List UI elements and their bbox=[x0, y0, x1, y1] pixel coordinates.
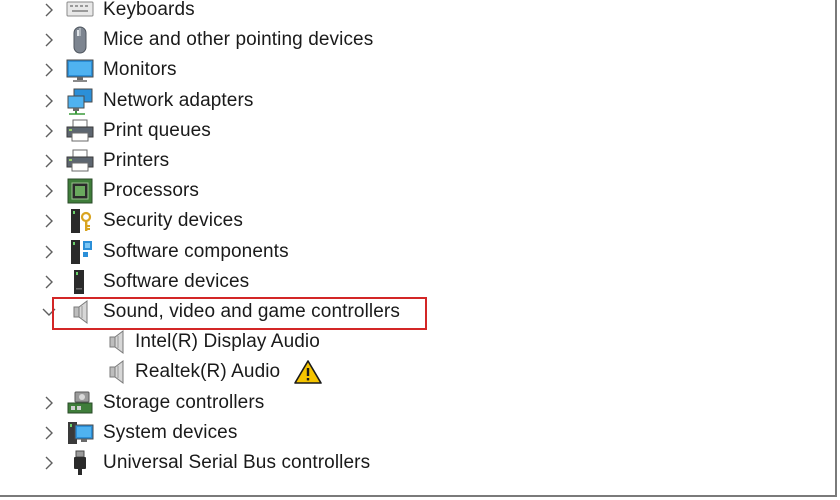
chevron-right-icon[interactable] bbox=[40, 243, 58, 261]
software-component-icon bbox=[65, 238, 95, 266]
tree-item-mice[interactable]: Mice and other pointing devices bbox=[0, 25, 836, 55]
tree-item-system-devices[interactable]: System devices bbox=[0, 418, 836, 448]
chevron-right-icon[interactable] bbox=[40, 212, 58, 230]
security-device-icon bbox=[65, 207, 95, 235]
tree-item-label: Mice and other pointing devices bbox=[103, 29, 374, 51]
chevron-right-icon[interactable] bbox=[40, 92, 58, 110]
chevron-right-icon[interactable] bbox=[40, 122, 58, 140]
tree-item-software-devices[interactable]: Software devices bbox=[0, 267, 836, 297]
tree-item-label: Intel(R) Display Audio bbox=[135, 331, 320, 353]
chevron-right-icon[interactable] bbox=[40, 152, 58, 170]
network-adapter-icon bbox=[65, 87, 95, 115]
tree-child-intel-display-audio[interactable]: Intel(R) Display Audio bbox=[0, 327, 836, 357]
tree-item-label: Storage controllers bbox=[103, 391, 265, 413]
chevron-right-icon[interactable] bbox=[40, 273, 58, 291]
tree-item-label: Security devices bbox=[103, 210, 243, 232]
mouse-icon bbox=[65, 26, 95, 54]
tree-item-monitors[interactable]: Monitors bbox=[0, 55, 836, 85]
chevron-right-icon[interactable] bbox=[40, 182, 58, 200]
device-tree: Keyboards Mice and other pointing device… bbox=[0, 0, 836, 478]
tree-item-software-components[interactable]: Software components bbox=[0, 237, 836, 267]
chevron-right-icon[interactable] bbox=[40, 424, 58, 442]
chevron-right-icon[interactable] bbox=[40, 1, 58, 19]
tree-item-label: Printers bbox=[103, 150, 170, 172]
tree-item-storage-controllers[interactable]: Storage controllers bbox=[0, 387, 836, 417]
tree-item-label: Software devices bbox=[103, 270, 250, 292]
tree-item-processors[interactable]: Processors bbox=[0, 176, 836, 206]
tree-item-label: Monitors bbox=[103, 59, 177, 81]
tree-item-security-devices[interactable]: Security devices bbox=[0, 206, 836, 236]
tree-child-realtek-audio[interactable]: Realtek(R) Audio bbox=[0, 357, 836, 387]
tree-item-label: Keyboards bbox=[103, 0, 195, 21]
tree-item-usb-controllers[interactable]: Universal Serial Bus controllers bbox=[0, 448, 836, 478]
usb-icon bbox=[65, 449, 95, 477]
tree-item-label: Network adapters bbox=[103, 89, 254, 111]
chevron-right-icon[interactable] bbox=[40, 31, 58, 49]
tree-item-label: System devices bbox=[103, 421, 238, 443]
software-device-icon bbox=[65, 268, 95, 296]
chevron-right-icon[interactable] bbox=[40, 61, 58, 79]
tree-item-print-queues[interactable]: Print queues bbox=[0, 116, 836, 146]
keyboard-icon bbox=[65, 0, 95, 24]
tree-item-network-adapters[interactable]: Network adapters bbox=[0, 86, 836, 116]
tree-item-label: Realtek(R) Audio bbox=[135, 361, 281, 383]
processor-icon bbox=[65, 177, 95, 205]
storage-controller-icon bbox=[65, 389, 95, 417]
tree-item-label: Print queues bbox=[103, 119, 211, 141]
chevron-right-icon[interactable] bbox=[40, 454, 58, 472]
tree-item-label: Processors bbox=[103, 180, 200, 202]
speaker-icon bbox=[101, 358, 131, 386]
tree-item-label: Software components bbox=[103, 240, 289, 262]
system-device-icon bbox=[65, 419, 95, 447]
warning-icon bbox=[293, 359, 323, 385]
print-queue-icon bbox=[65, 117, 95, 145]
chevron-right-icon[interactable] bbox=[40, 394, 58, 412]
monitor-icon bbox=[65, 56, 95, 84]
printer-icon bbox=[65, 147, 95, 175]
speaker-icon bbox=[101, 328, 131, 356]
tree-item-label: Universal Serial Bus controllers bbox=[103, 451, 371, 473]
highlight-box bbox=[52, 297, 427, 330]
tree-item-keyboards[interactable]: Keyboards bbox=[0, 0, 836, 25]
tree-item-printers[interactable]: Printers bbox=[0, 146, 836, 176]
